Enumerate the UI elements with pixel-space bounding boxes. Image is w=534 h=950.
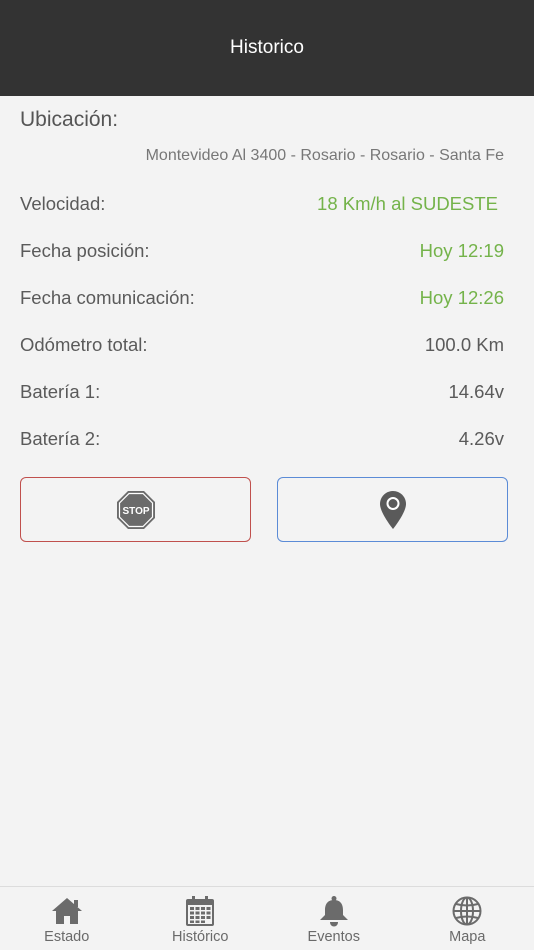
nav-item-estado[interactable]: Estado xyxy=(0,887,134,950)
battery-2-row: Batería 2: 4.26v xyxy=(20,425,504,453)
battery-2-label: Batería 2: xyxy=(20,428,101,449)
stop-sign-icon: STOP xyxy=(116,490,155,529)
location-heading: Ubicación: xyxy=(20,108,119,131)
communication-date-value: Hoy 12:26 xyxy=(419,287,504,308)
address-text: Montevideo Al 3400 - Rosario - Rosario -… xyxy=(145,147,504,164)
nav-label-mapa: Mapa xyxy=(449,929,486,945)
stop-button[interactable]: STOP xyxy=(20,477,251,542)
stop-sign-text: STOP xyxy=(122,506,149,517)
nav-item-eventos[interactable]: Eventos xyxy=(267,887,401,950)
communication-date-label: Fecha comunicación: xyxy=(20,287,195,308)
position-date-label: Fecha posición: xyxy=(20,240,150,261)
battery-1-row: Batería 1: 14.64v xyxy=(20,378,504,406)
speed-value: 18 Km/h al SUDESTE xyxy=(317,193,498,214)
page-title: Historico xyxy=(230,37,304,58)
nav-label-eventos: Eventos xyxy=(307,929,360,945)
locate-button[interactable] xyxy=(277,477,508,542)
battery-1-value: 14.64v xyxy=(448,381,504,402)
nav-item-mapa[interactable]: Mapa xyxy=(401,887,534,950)
battery-1-label: Batería 1: xyxy=(20,381,101,402)
nav-label-estado: Estado xyxy=(44,929,90,945)
app-bar: Historico xyxy=(0,0,534,96)
bell-icon xyxy=(319,896,348,927)
details-panel: Ubicación: Montevideo Al 3400 - Rosario … xyxy=(0,96,534,886)
calendar-icon xyxy=(186,896,215,926)
nav-item-historico[interactable]: Histórico xyxy=(134,887,268,950)
home-icon xyxy=(51,898,82,924)
speed-label: Velocidad: xyxy=(20,193,106,214)
globe-icon xyxy=(452,896,482,926)
odometer-label: Odómetro total: xyxy=(20,334,148,355)
nav-label-historico: Histórico xyxy=(172,929,229,945)
odometer-value: 100.0 Km xyxy=(424,334,504,355)
position-date-value: Hoy 12:19 xyxy=(419,240,504,261)
communication-date-row: Fecha comunicación: Hoy 12:26 xyxy=(20,284,504,312)
bottom-nav: Estado Histórico Eventos Mapa xyxy=(0,886,534,950)
map-pin-icon xyxy=(379,490,406,529)
position-date-row: Fecha posición: Hoy 12:19 xyxy=(20,237,504,265)
battery-2-value: 4.26v xyxy=(458,428,504,449)
odometer-row: Odómetro total: 100.0 Km xyxy=(20,331,504,359)
speed-row: Velocidad: 18 Km/h al SUDESTE xyxy=(20,190,504,218)
